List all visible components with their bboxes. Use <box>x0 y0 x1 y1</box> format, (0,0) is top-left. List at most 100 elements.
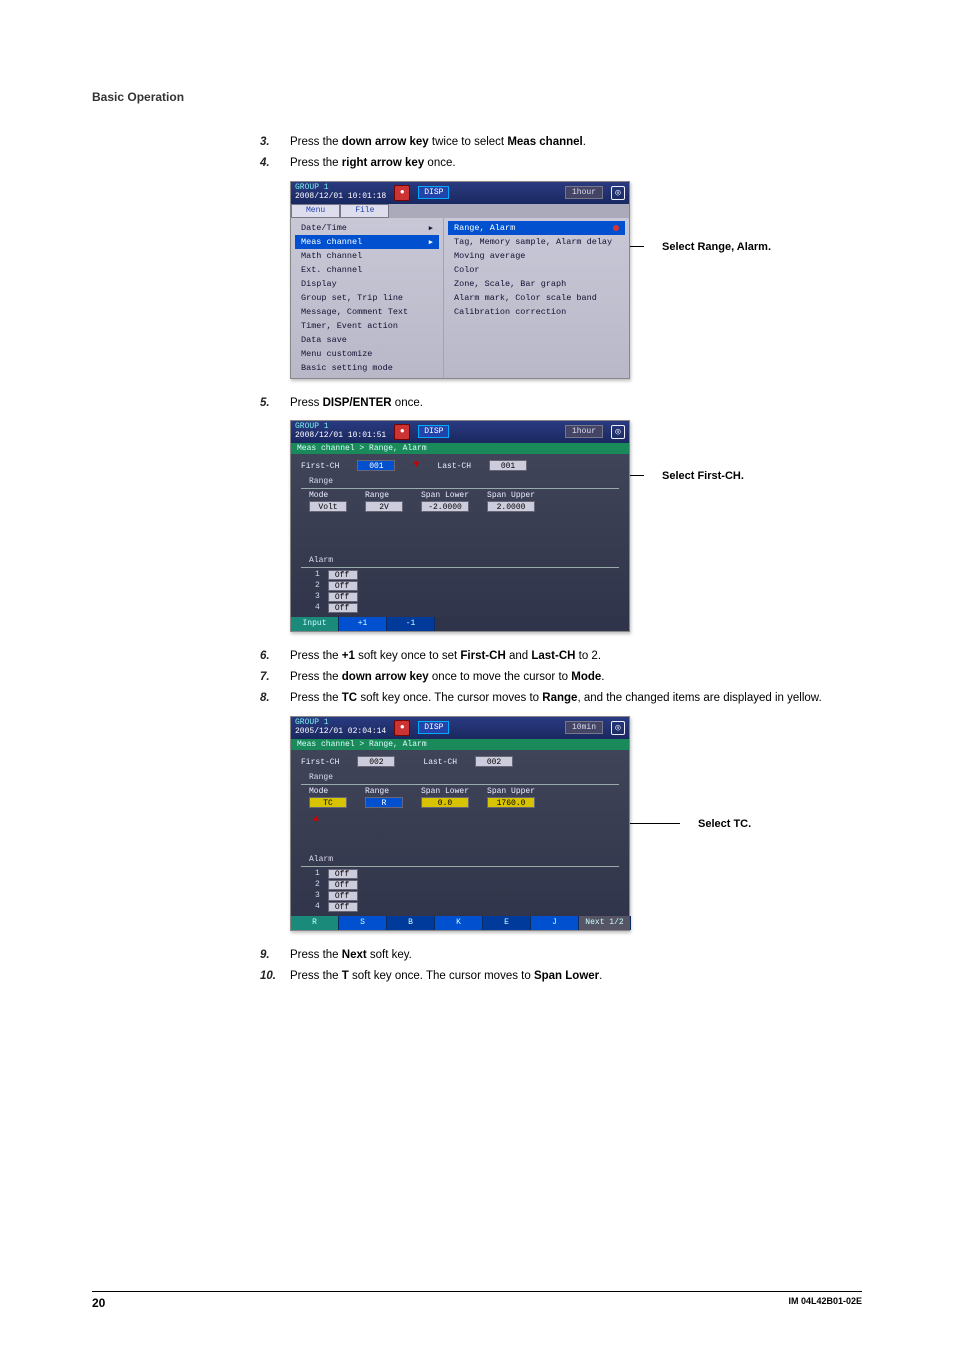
status-dot-icon <box>613 225 619 231</box>
softkey-plus1[interactable]: +1 <box>339 617 387 631</box>
softkeys: Input +1 -1 <box>291 617 629 631</box>
menu-item[interactable]: Date/Time <box>295 221 439 235</box>
step-text: Press the down arrow key twice to select… <box>290 134 862 151</box>
page-number: 20 <box>92 1296 105 1310</box>
mode-label: Mode <box>309 491 347 500</box>
span-lower-value[interactable]: 0.0 <box>421 797 469 808</box>
step-7: 7. Press the down arrow key once to move… <box>260 669 862 686</box>
alarm-fieldset-label: Alarm <box>309 855 619 864</box>
disp-badge: DISP <box>418 425 449 438</box>
span-lower-label: Span Lower <box>421 491 469 500</box>
breadcrumb: Meas channel > Range, Alarm <box>291 443 629 454</box>
doc-id: IM 04L42B01-02E <box>788 1296 862 1310</box>
device-screenshot-2: GROUP 12008/12/01 10:01:51 ● DISP 1hour … <box>290 420 630 632</box>
step-num: 4. <box>260 155 278 172</box>
range-label: Range <box>365 491 403 500</box>
alarm-value[interactable]: Off <box>328 603 358 613</box>
step-8: 8. Press the TC soft key once. The curso… <box>260 690 862 707</box>
menu-item[interactable]: Math channel <box>295 249 439 263</box>
submenu-item[interactable]: Zone, Scale, Bar graph <box>448 277 625 291</box>
softkey[interactable]: B <box>387 916 435 930</box>
page-footer: 20 IM 04L42B01-02E <box>92 1291 862 1310</box>
softkey-input[interactable]: Input <box>291 617 339 631</box>
range-value[interactable]: R <box>365 797 403 808</box>
submenu-item[interactable]: Alarm mark, Color scale band <box>448 291 625 305</box>
step-9: 9. Press the Next soft key. <box>260 947 862 964</box>
submenu-item-selected[interactable]: Range, Alarm <box>448 221 625 235</box>
record-icon: ● <box>394 185 410 201</box>
submenu-item[interactable]: Moving average <box>448 249 625 263</box>
first-ch-value[interactable]: 001 <box>357 460 395 471</box>
alarm-value[interactable]: Off <box>328 581 358 591</box>
range-value[interactable]: 2V <box>365 501 403 512</box>
softkey[interactable]: R <box>291 916 339 930</box>
mode-value[interactable]: Volt <box>309 501 347 512</box>
last-ch-label: Last-CH <box>423 758 457 767</box>
softkey-minus1[interactable]: -1 <box>387 617 435 631</box>
range-fieldset-label: Range <box>309 477 619 486</box>
duration-badge: 1hour <box>565 186 603 199</box>
tab-menu[interactable]: Menu <box>291 204 340 218</box>
last-ch-value[interactable]: 001 <box>489 460 527 471</box>
step-5: 5. Press DISP/ENTER once. <box>260 395 862 412</box>
alarm-value[interactable]: Off <box>328 891 358 901</box>
step-num: 3. <box>260 134 278 151</box>
menu-item[interactable]: Basic setting mode <box>295 361 439 375</box>
last-ch-value[interactable]: 002 <box>475 756 513 767</box>
breadcrumb: Meas channel > Range, Alarm <box>291 739 629 750</box>
menu-item[interactable]: Display <box>295 277 439 291</box>
submenu-item[interactable]: Calibration correction <box>448 305 625 319</box>
alarm-value[interactable]: Off <box>328 880 358 890</box>
softkey-next[interactable]: Next 1/2 <box>579 916 631 930</box>
menu-item[interactable]: Timer, Event action <box>295 319 439 333</box>
disp-badge: DISP <box>418 186 449 199</box>
alarm-rows: 1Off 2Off 3Off 4Off <box>315 869 619 912</box>
alarm-value[interactable]: Off <box>328 570 358 580</box>
callout-2: Select First-CH. <box>662 470 744 482</box>
step-10: 10. Press the T soft key once. The curso… <box>260 968 862 985</box>
step-4: 4. Press the right arrow key once. <box>260 155 862 172</box>
disp-badge: DISP <box>418 721 449 734</box>
device-screenshot-3: GROUP 12005/12/01 02:04:14 ● DISP 10min … <box>290 716 630 931</box>
span-upper-label: Span Upper <box>487 491 535 500</box>
chevron-right-icon <box>429 223 433 233</box>
menu-item-selected[interactable]: Meas channel <box>295 235 439 249</box>
alarm-value[interactable]: Off <box>328 869 358 879</box>
span-upper-value[interactable]: 2.0000 <box>487 501 535 512</box>
mode-label: Mode <box>309 787 347 796</box>
pointer-icon: ▲ <box>313 814 319 825</box>
tabs: Menu File <box>291 204 629 218</box>
mode-value[interactable]: TC <box>309 797 347 808</box>
submenu-item[interactable]: Tag, Memory sample, Alarm delay <box>448 235 625 249</box>
tab-file[interactable]: File <box>340 204 389 218</box>
first-ch-label: First-CH <box>301 462 339 471</box>
section-header: Basic Operation <box>92 90 862 104</box>
camera-icon: ◎ <box>611 425 625 439</box>
span-lower-value[interactable]: -2.0000 <box>421 501 469 512</box>
softkey[interactable]: E <box>483 916 531 930</box>
step-num: 5. <box>260 395 278 412</box>
record-icon: ● <box>394 720 410 736</box>
alarm-value[interactable]: Off <box>328 592 358 602</box>
menu-item[interactable]: Menu customize <box>295 347 439 361</box>
chevron-right-icon <box>429 237 433 247</box>
span-upper-value[interactable]: 1760.0 <box>487 797 535 808</box>
menu-item[interactable]: Data save <box>295 333 439 347</box>
alarm-fieldset-label: Alarm <box>309 556 619 565</box>
submenu-item[interactable]: Color <box>448 263 625 277</box>
menu-item[interactable]: Ext. channel <box>295 263 439 277</box>
step-6: 6. Press the +1 soft key once to set Fir… <box>260 648 862 665</box>
softkeys: R S B K E J Next 1/2 <box>291 916 629 930</box>
softkey[interactable]: S <box>339 916 387 930</box>
record-icon: ● <box>394 424 410 440</box>
menu-item[interactable]: Group set, Trip line <box>295 291 439 305</box>
main-menu: Date/Time Meas channel Math channel Ext.… <box>291 218 443 378</box>
softkey[interactable]: J <box>531 916 579 930</box>
softkey[interactable]: K <box>435 916 483 930</box>
device-header: GROUP 12008/12/01 10:01:18 ● DISP 1hour … <box>291 182 629 204</box>
camera-icon: ◎ <box>611 721 625 735</box>
menu-item[interactable]: Message, Comment Text <box>295 305 439 319</box>
callout-3: Select TC. <box>698 818 751 830</box>
first-ch-value[interactable]: 002 <box>357 756 395 767</box>
alarm-value[interactable]: Off <box>328 902 358 912</box>
